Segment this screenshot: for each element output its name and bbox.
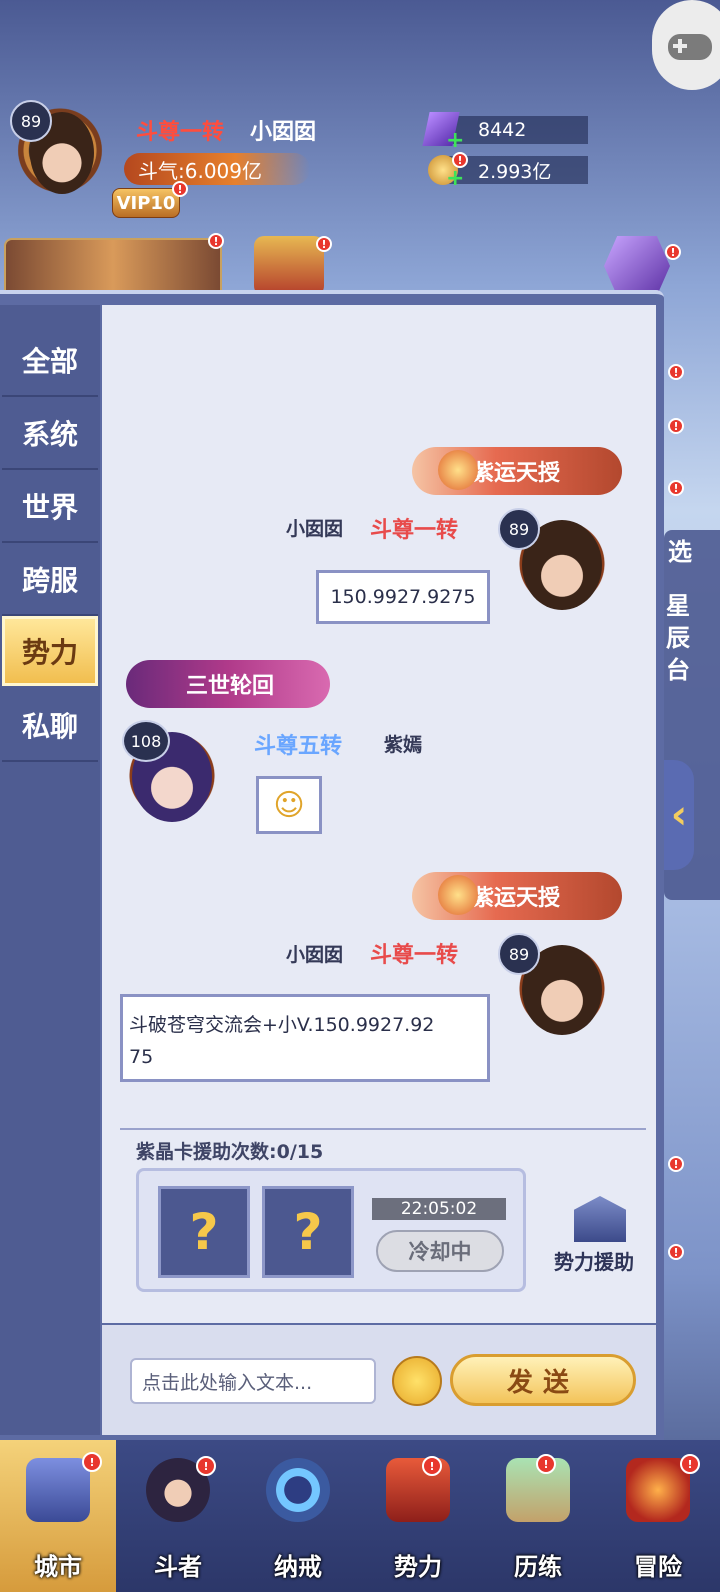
crystal-value: 8442 (478, 119, 527, 141)
crystal-event-icon[interactable] (604, 236, 670, 296)
emoji-picker-icon[interactable] (392, 1356, 442, 1406)
tab-all[interactable]: 全部 (2, 325, 98, 397)
nav-faction[interactable]: 势力 (360, 1440, 476, 1592)
nav-fighters-alert-dot: ! (196, 1456, 216, 1476)
nav-faction-alert-dot: ! (422, 1456, 442, 1476)
add-gold-icon[interactable]: + (446, 166, 464, 191)
add-crystal-icon[interactable]: + (446, 128, 464, 153)
player-level-badge: 89 (10, 100, 52, 142)
nav-training-label: 历练 (514, 1552, 562, 1581)
side-alert-dot-5: ! (668, 1244, 684, 1260)
msg3-bubble[interactable]: 斗破苍穹交流会+小V.150.9927.92 75 (120, 994, 490, 1082)
msg2-rank: 斗尊五转 (254, 734, 343, 759)
msg2-level-badge: 108 (122, 720, 170, 762)
msg3-rank: 斗尊一转 (370, 943, 459, 968)
msg1-name[interactable]: 小囡囡 (286, 514, 343, 541)
nav-city-label: 城市 (34, 1552, 82, 1581)
side-alert-dot-3: ! (668, 480, 684, 496)
side-select-label: 选 (668, 538, 692, 566)
msg2-name[interactable]: 紫嫣 (384, 730, 422, 757)
gold-value: 2.993亿 (478, 160, 552, 183)
player-power: 斗气:6.009亿 (124, 153, 310, 185)
assist-count-label: 紫晶卡援助次数:0/15 (136, 1141, 324, 1163)
tab-system[interactable]: 系统 (2, 398, 98, 470)
faction-assist-button[interactable]: 势力援助 (554, 1246, 634, 1275)
msg3-level-badge: 89 (498, 933, 540, 975)
side-alert-dot-4: ! (668, 1156, 684, 1172)
send-button[interactable]: 发送 (450, 1354, 636, 1406)
crystal-event-alert-dot: ! (665, 244, 681, 260)
vip-alert-dot: ! (172, 181, 188, 197)
player-rank: 斗尊一转 (136, 120, 225, 145)
nav-ring-label: 纳戒 (274, 1552, 322, 1581)
chat-text-input[interactable]: 点击此处输入文本... (130, 1358, 376, 1404)
msg3-name[interactable]: 小囡囡 (286, 940, 343, 967)
lotus-icon-2 (438, 875, 478, 915)
nav-adventure-alert-dot: ! (680, 1454, 700, 1474)
gamepad-icon[interactable] (652, 0, 720, 90)
lotus-icon (438, 450, 478, 490)
msg1-bubble[interactable]: 150.9927.9275 (316, 570, 490, 624)
msg1-rank: 斗尊一转 (370, 518, 459, 543)
banner-alert-dot: ! (208, 233, 224, 249)
nav-fighters-label: 斗者 (154, 1552, 202, 1581)
msg1-text: 150.9927.9275 (330, 586, 476, 608)
nav-ring[interactable]: 纳戒 (240, 1440, 356, 1592)
side-menu-strip[interactable]: 选 星辰台 ‹ (664, 530, 720, 900)
player-name: 小囡囡 (250, 120, 317, 145)
side-alert-dot-1: ! (668, 364, 684, 380)
msg2-title: 三世轮回 (186, 673, 275, 699)
msg3-text-line1: 斗破苍穹交流会+小V.150.9927.92 (129, 1014, 435, 1036)
msg2-emoji-bubble[interactable]: ☺ (256, 776, 322, 834)
gold-alert-dot: ! (452, 152, 468, 168)
assist-slot-1[interactable]: ? (158, 1186, 250, 1278)
msg3-title: 紫运天授 (472, 885, 561, 911)
side-alert-dot-2: ! (668, 418, 684, 434)
city-icon (26, 1458, 90, 1522)
assist-slot-2[interactable]: ? (262, 1186, 354, 1278)
star-platform-label: 星辰台 (666, 592, 690, 684)
tab-private[interactable]: 私聊 (2, 690, 98, 762)
msg1-level-badge: 89 (498, 508, 540, 550)
cooldown-button[interactable]: 冷却中 (376, 1230, 504, 1272)
collapse-chevron-icon[interactable]: ‹ (664, 760, 694, 870)
cooldown-timer: 22:05:02 (372, 1198, 506, 1220)
tab-faction[interactable]: 势力 (2, 616, 98, 686)
gift-chest-icon[interactable] (254, 236, 324, 296)
nerd-emoji-icon: ☺ (273, 787, 305, 823)
gamepad-glyph (668, 34, 712, 60)
msg3-text-line2: 75 (129, 1046, 154, 1068)
nav-adventure-label: 冒险 (634, 1552, 682, 1581)
nav-faction-label: 势力 (394, 1552, 442, 1581)
tab-world[interactable]: 世界 (2, 471, 98, 543)
ring-icon (266, 1458, 330, 1522)
nav-city-alert-dot: ! (82, 1452, 102, 1472)
msg1-title: 紫运天授 (472, 460, 561, 486)
nav-fighters[interactable]: 斗者 (120, 1440, 236, 1592)
gift-alert-dot: ! (316, 236, 332, 252)
msg2-title-badge: 三世轮回 (126, 660, 330, 708)
tab-cross-server[interactable]: 跨服 (2, 544, 98, 616)
nav-training-alert-dot: ! (536, 1454, 556, 1474)
vip-badge[interactable]: VIP10 (112, 188, 180, 218)
assist-divider (120, 1128, 646, 1130)
